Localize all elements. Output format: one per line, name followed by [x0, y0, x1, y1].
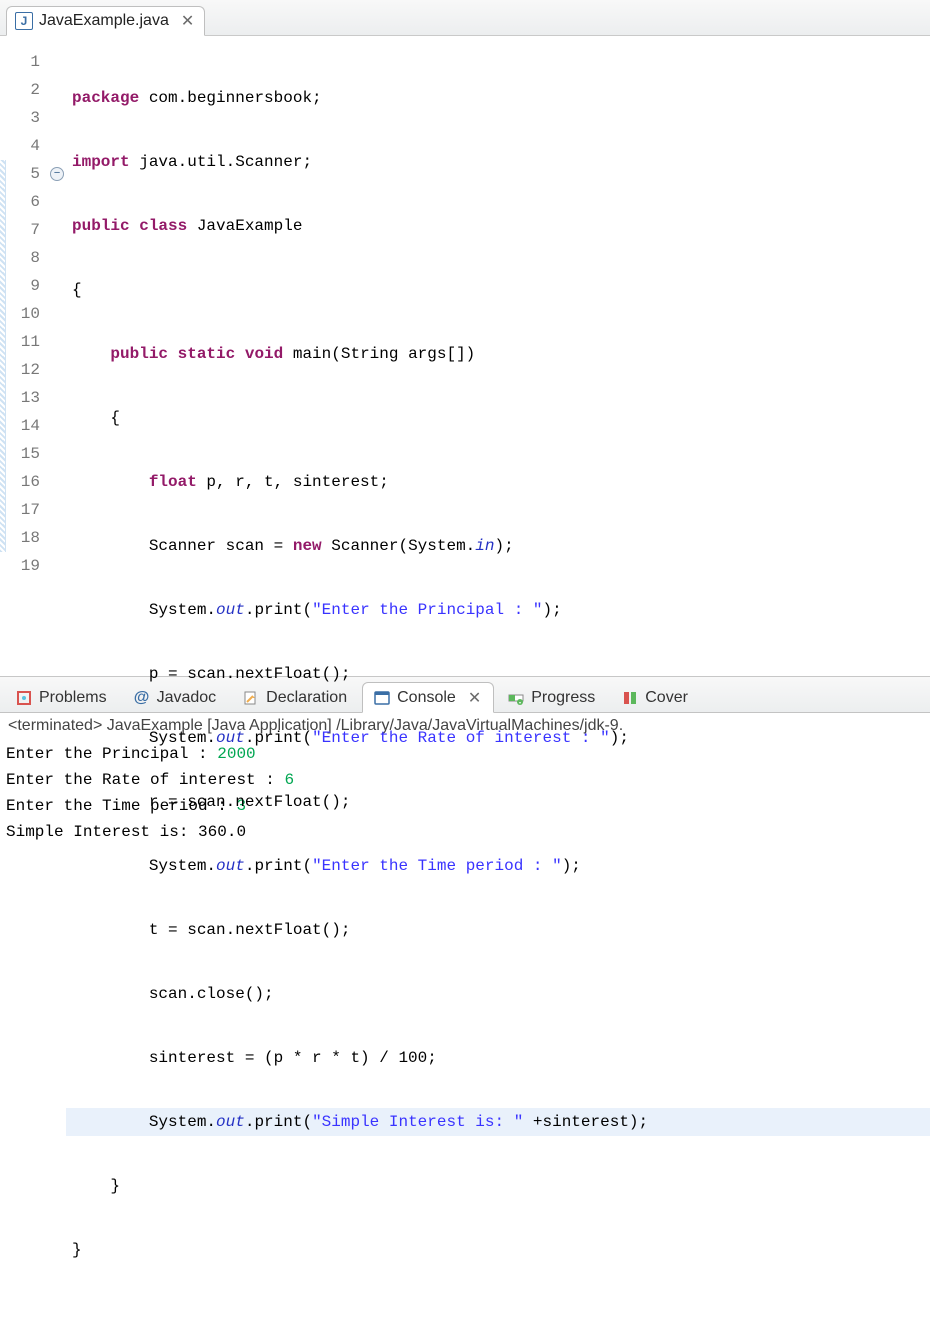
code-line: System.out.print("Simple Interest is: " … — [66, 1108, 930, 1136]
code-line: p = scan.nextFloat(); — [66, 660, 930, 688]
code-line: public static void main(String args[]) — [66, 340, 930, 368]
code-line: public class JavaExample — [66, 212, 930, 240]
code-line: scan.close(); — [66, 980, 930, 1008]
code-line: sinterest = (p * r * t) / 100; — [66, 1044, 930, 1072]
editor-tab-label: JavaExample.java — [39, 12, 169, 30]
code-line: { — [66, 276, 930, 304]
editor-tab-javaexample[interactable]: J JavaExample.java ✕ — [6, 6, 205, 36]
code-area[interactable]: package com.beginnersbook; import java.u… — [66, 48, 930, 676]
java-file-icon: J — [15, 12, 33, 30]
code-line: } — [66, 1172, 930, 1200]
code-line: float p, r, t, sinterest; — [66, 468, 930, 496]
line-number-gutter: 1 2 3 4 5 6 7 8 9 10 11 12 13 14 15 16 1… — [6, 48, 48, 676]
code-line: t = scan.nextFloat(); — [66, 916, 930, 944]
problems-icon — [15, 689, 33, 707]
close-icon[interactable]: ✕ — [181, 11, 194, 31]
code-line: package com.beginnersbook; — [66, 84, 930, 112]
code-line: System.out.print("Enter the Rate of inte… — [66, 724, 930, 752]
code-line: { — [66, 404, 930, 432]
code-editor[interactable]: 1 2 3 4 5 6 7 8 9 10 11 12 13 14 15 16 1… — [0, 36, 930, 676]
fold-gutter: − — [48, 48, 66, 676]
code-line: System.out.print("Enter the Principal : … — [66, 596, 930, 624]
code-line: } — [66, 1236, 930, 1264]
code-line: r = scan.nextFloat(); — [66, 788, 930, 816]
editor-tabbar: J JavaExample.java ✕ — [0, 0, 930, 36]
code-line: import java.util.Scanner; — [66, 148, 930, 176]
code-line: Scanner scan = new Scanner(System.in); — [66, 532, 930, 560]
code-line: System.out.print("Enter the Time period … — [66, 852, 930, 880]
fold-toggle-icon[interactable]: − — [50, 167, 64, 181]
